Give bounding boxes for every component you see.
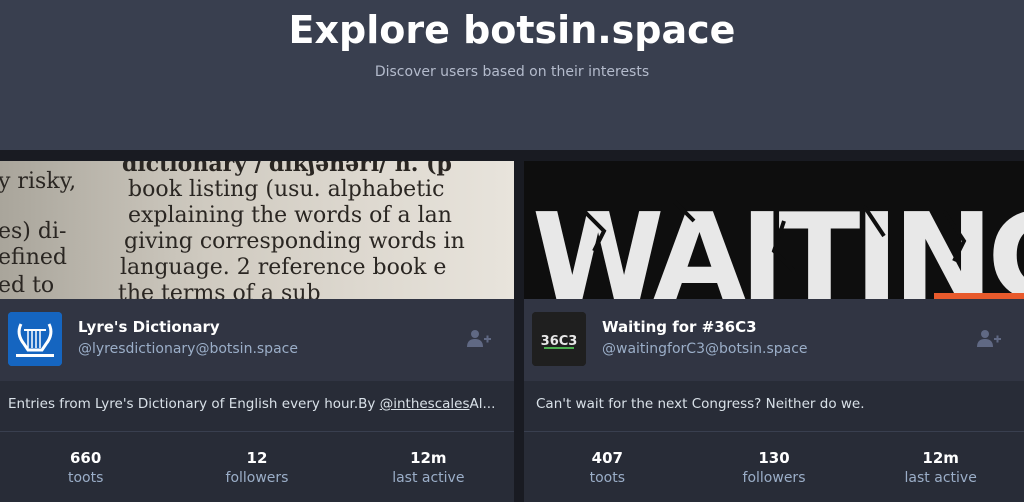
banner-text-line: language. 2 reference book e (120, 255, 447, 280)
banner-text-line: efined (0, 245, 67, 270)
stat-toots: 660 toots (0, 433, 171, 502)
account-handle[interactable]: @lyresdictionary@botsin.space (78, 341, 298, 357)
stat-last-active: 12m last active (343, 433, 514, 502)
page-subtitle: Discover users based on their interests (374, 64, 650, 80)
hero-section: Explore botsin.space Discover users base… (0, 0, 1024, 150)
account-bio: Entries from Lyre's Dictionary of Englis… (0, 381, 514, 432)
account-header: Lyre's Dictionary @lyresdictionary@botsi… (0, 299, 514, 381)
banner-text-line: the terms of a sub (118, 281, 321, 299)
account-banner: y risky, dictionary /ˈdɪkʃənərɪ/ n. (p b… (0, 161, 514, 299)
person-add-icon[interactable] (976, 329, 1002, 349)
bio-text: Entries from Lyre's Dictionary of Englis… (8, 396, 380, 412)
svg-text:36C3: 36C3 (541, 334, 578, 349)
account-stats: 660 toots 12 followers 12m last active (0, 433, 514, 502)
stat-last-active: 12m last active (857, 433, 1024, 502)
avatar[interactable]: 36C3 (532, 312, 586, 366)
stat-value: 12 (246, 449, 268, 467)
banner-text-line: giving corresponding words in (124, 229, 465, 254)
banner-text-line: es) di- (0, 219, 67, 244)
stat-label: last active (392, 470, 465, 486)
account-handle[interactable]: @waitingforC3@botsin.space (602, 341, 808, 357)
account-banner: WAITING (524, 161, 1024, 299)
display-name[interactable]: Waiting for #36C3 (602, 318, 757, 336)
stat-value: 12m (922, 449, 959, 467)
banner-text-line: book listing (usu. alphabetic (128, 177, 445, 202)
banner-text-line: dictionary /ˈdɪkʃənərɪ/ n. (p (122, 161, 452, 177)
banner-text-line: y risky, (0, 169, 77, 194)
stat-value: 407 (591, 449, 623, 467)
page-title: Explore botsin.space (288, 8, 736, 52)
account-card[interactable]: WAITING 36C3 Waiting for #36C3 @waitingf… (524, 161, 1024, 502)
banner-text-line: ed to (0, 273, 55, 298)
stat-label: toots (589, 470, 626, 486)
stat-value: 12m (410, 449, 447, 467)
stat-followers: 12 followers (171, 433, 342, 502)
stat-label: followers (225, 470, 289, 486)
account-stats: 407 toots 130 followers 12m last active (524, 433, 1024, 502)
account-bio: Can't wait for the next Congress? Neithe… (524, 381, 1024, 432)
lyre-icon (8, 312, 62, 366)
stat-followers: 130 followers (691, 433, 858, 502)
mention-link[interactable]: @inthescales (380, 396, 470, 412)
stat-value: 130 (758, 449, 790, 467)
stat-label: followers (742, 470, 806, 486)
stat-value: 660 (70, 449, 102, 467)
stat-label: last active (904, 470, 977, 486)
account-header: 36C3 Waiting for #36C3 @waitingforC3@bot… (524, 299, 1024, 381)
person-add-icon[interactable] (466, 329, 492, 349)
display-name[interactable]: Lyre's Dictionary (78, 318, 220, 336)
stat-label: toots (67, 470, 104, 486)
avatar-text: 36C3 (541, 334, 578, 349)
banner-text-line: explaining the words of a lan (128, 203, 452, 228)
bio-text-suffix: Al... (469, 396, 496, 412)
avatar[interactable] (8, 312, 62, 366)
account-card[interactable]: y risky, dictionary /ˈdɪkʃənərɪ/ n. (p b… (0, 161, 514, 502)
stat-toots: 407 toots (524, 433, 691, 502)
banner-graphic: WAITING (524, 161, 1024, 299)
